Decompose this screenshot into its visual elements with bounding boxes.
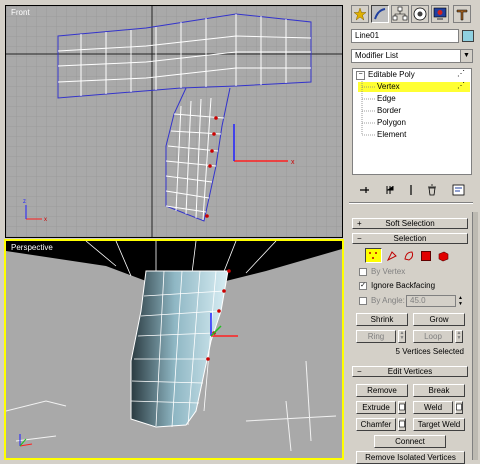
stack-item-edge[interactable]: Edge xyxy=(377,94,396,104)
remove-isolated-vertices-button[interactable]: Remove Isolated Vertices xyxy=(356,451,465,464)
by-angle-label: By Angle: xyxy=(371,296,405,305)
display-tab-icon[interactable] xyxy=(431,5,449,23)
modifier-list-label: Modifier List xyxy=(355,51,399,60)
element-mode-icon[interactable] xyxy=(437,250,449,262)
perspective-viewport[interactable]: Perspective xyxy=(4,239,344,460)
panel-scrollbar[interactable] xyxy=(472,212,478,460)
stack-item-border[interactable]: Border xyxy=(377,106,401,116)
grow-button[interactable]: Grow xyxy=(413,313,465,326)
connect-button[interactable]: Connect xyxy=(374,435,446,448)
angle-spinner-icon[interactable]: ▲ ▼ xyxy=(457,295,464,307)
make-unique-icon[interactable] xyxy=(405,184,417,196)
stack-root-dots-icon: ⋰ xyxy=(457,69,465,78)
soft-selection-rollout[interactable]: + Soft Selection xyxy=(352,218,468,229)
remove-modifier-icon[interactable] xyxy=(426,184,438,196)
modifier-list-dropdown[interactable]: Modifier List ▼ xyxy=(351,49,473,63)
configure-modifier-sets-icon[interactable] xyxy=(452,183,466,197)
stack-item-element[interactable]: Element xyxy=(377,130,406,140)
chevron-down-icon[interactable]: ▼ xyxy=(460,50,472,62)
ring-button[interactable]: Ring xyxy=(356,330,396,343)
selection-status: 5 Vertices Selected xyxy=(395,347,464,356)
svg-text:z: z xyxy=(23,199,26,205)
edit-vertices-title: Edit Vertices xyxy=(387,367,433,376)
chamfer-settings-icon[interactable] xyxy=(398,418,406,431)
edge-mode-icon[interactable] xyxy=(386,250,398,262)
show-end-result-icon[interactable] xyxy=(384,184,396,196)
stack-item-polygon[interactable]: Polygon xyxy=(377,118,406,128)
create-tab-icon[interactable] xyxy=(351,5,369,23)
perspective-viewport-canvas[interactable] xyxy=(6,241,342,458)
perspective-mesh-handle xyxy=(130,270,229,428)
object-name-field[interactable]: Line01 xyxy=(351,29,459,43)
target-weld-button[interactable]: Target Weld xyxy=(413,418,465,431)
front-viewport[interactable]: x x z Front xyxy=(5,5,343,238)
by-vertex-checkbox[interactable] xyxy=(359,268,367,276)
soft-selection-title: Soft Selection xyxy=(385,219,435,228)
stack-item-vertex[interactable]: Vertex xyxy=(377,82,400,92)
polygon-mode-icon[interactable] xyxy=(421,251,431,261)
selection-rollout[interactable]: − Selection xyxy=(352,233,468,244)
remove-button[interactable]: Remove xyxy=(356,384,408,397)
stack-tree-lines xyxy=(361,79,375,136)
shrink-button[interactable]: Shrink xyxy=(356,313,408,326)
front-viewport-canvas[interactable]: x x z xyxy=(6,6,343,238)
object-color-swatch[interactable] xyxy=(462,30,474,42)
loop-button[interactable]: Loop xyxy=(413,330,453,343)
break-button[interactable]: Break xyxy=(413,384,465,397)
motion-tab-icon[interactable] xyxy=(411,5,429,23)
ignore-backfacing-checkbox[interactable]: ✓ xyxy=(359,282,367,290)
ignore-backfacing-label: Ignore Backfacing xyxy=(371,281,436,290)
front-viewport-label[interactable]: Front xyxy=(11,8,30,17)
extrude-settings-icon[interactable] xyxy=(398,401,406,414)
by-vertex-label: By Vertex xyxy=(371,267,406,276)
weld-settings-icon[interactable] xyxy=(455,401,463,414)
modifier-stack[interactable]: − Editable Poly ⋰ Vertex ⋰ Edge Border P… xyxy=(352,68,472,175)
angle-value-field[interactable]: 45.0 xyxy=(406,295,456,307)
weld-button[interactable]: Weld xyxy=(413,401,453,414)
loop-spinner-icon[interactable]: ▲ ▼ xyxy=(455,330,463,343)
svg-text:x: x xyxy=(44,217,47,223)
perspective-viewport-label[interactable]: Perspective xyxy=(11,243,53,252)
hierarchy-tab-icon[interactable] xyxy=(391,5,409,23)
stack-vertex-dots-icon: ⋰ xyxy=(457,81,465,90)
modify-tab-icon[interactable] xyxy=(371,5,389,23)
extrude-button[interactable]: Extrude xyxy=(356,401,396,414)
svg-text:x: x xyxy=(291,159,295,166)
utilities-tab-icon[interactable] xyxy=(453,5,471,23)
pin-stack-icon[interactable] xyxy=(358,184,370,196)
border-mode-icon[interactable] xyxy=(403,250,415,262)
by-angle-checkbox[interactable] xyxy=(359,297,367,305)
ring-spinner-icon[interactable]: ▲ ▼ xyxy=(398,330,406,343)
panel-divider xyxy=(349,202,473,204)
chamfer-button[interactable]: Chamfer xyxy=(356,418,396,431)
edit-vertices-rollout[interactable]: − Edit Vertices xyxy=(352,366,468,377)
vertex-mode-button[interactable] xyxy=(365,248,382,263)
selection-title: Selection xyxy=(393,234,427,243)
